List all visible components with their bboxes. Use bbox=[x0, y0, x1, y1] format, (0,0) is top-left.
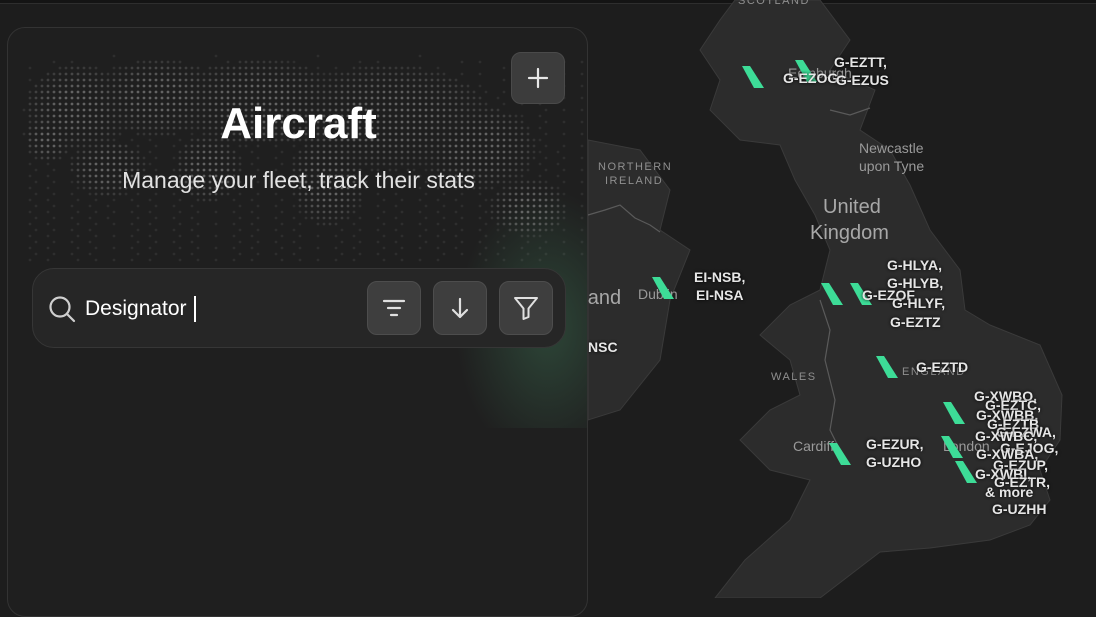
aircraft-marker-london-3[interactable] bbox=[955, 461, 977, 483]
aircraft-label[interactable]: & more bbox=[985, 483, 1033, 501]
aircraft-label[interactable]: G-EZTZ bbox=[890, 313, 941, 331]
aircraft-label[interactable]: EI-NSA bbox=[696, 286, 743, 304]
aircraft-label[interactable]: EI-NSB, bbox=[694, 268, 745, 286]
aircraft-marker-north-1[interactable] bbox=[821, 283, 843, 305]
aircraft-label[interactable]: G-EZTD bbox=[916, 358, 968, 376]
search-bar bbox=[32, 268, 566, 348]
aircraft-marker-london-1[interactable] bbox=[943, 402, 965, 424]
aircraft-label[interactable]: G-HLYA, bbox=[887, 256, 942, 274]
aircraft-marker-bristol[interactable] bbox=[829, 443, 851, 465]
aircraft-label[interactable]: G-UZHO bbox=[866, 453, 921, 471]
aircraft-marker-dublin[interactable] bbox=[652, 277, 674, 299]
sort-lines-icon bbox=[382, 299, 406, 317]
landmass-ireland bbox=[587, 139, 691, 421]
arrow-down-icon bbox=[451, 297, 469, 319]
aircraft-marker-london-2[interactable] bbox=[941, 436, 963, 458]
aircraft-label[interactable]: G-EZUR, bbox=[866, 435, 924, 453]
funnel-icon bbox=[514, 297, 538, 320]
aircraft-label[interactable]: G-EZOG bbox=[783, 69, 838, 87]
aircraft-marker-edinburgh-1[interactable] bbox=[742, 66, 764, 88]
aircraft-label[interactable]: G-EZTT, bbox=[834, 53, 887, 71]
search-icon bbox=[49, 296, 76, 323]
aircraft-marker-midlands[interactable] bbox=[876, 356, 898, 378]
aircraft-label[interactable]: NSC bbox=[588, 338, 618, 356]
filter-button[interactable] bbox=[499, 281, 553, 335]
search-input[interactable] bbox=[85, 293, 355, 325]
sort-direction-button[interactable] bbox=[433, 281, 487, 335]
aircraft-panel: Aircraft Manage your fleet, track their … bbox=[7, 27, 588, 617]
sort-lines-button[interactable] bbox=[367, 281, 421, 335]
aircraft-label[interactable]: G-EZUS bbox=[836, 71, 889, 89]
page-title: Aircraft bbox=[220, 99, 377, 148]
plus-icon bbox=[527, 67, 549, 89]
page-subtitle: Manage your fleet, track their stats bbox=[122, 167, 475, 193]
add-aircraft-button[interactable] bbox=[511, 52, 565, 104]
text-caret bbox=[194, 296, 196, 322]
aircraft-label[interactable]: G-UZHH bbox=[992, 500, 1046, 518]
aircraft-label[interactable]: G-HLYF, bbox=[892, 294, 945, 312]
